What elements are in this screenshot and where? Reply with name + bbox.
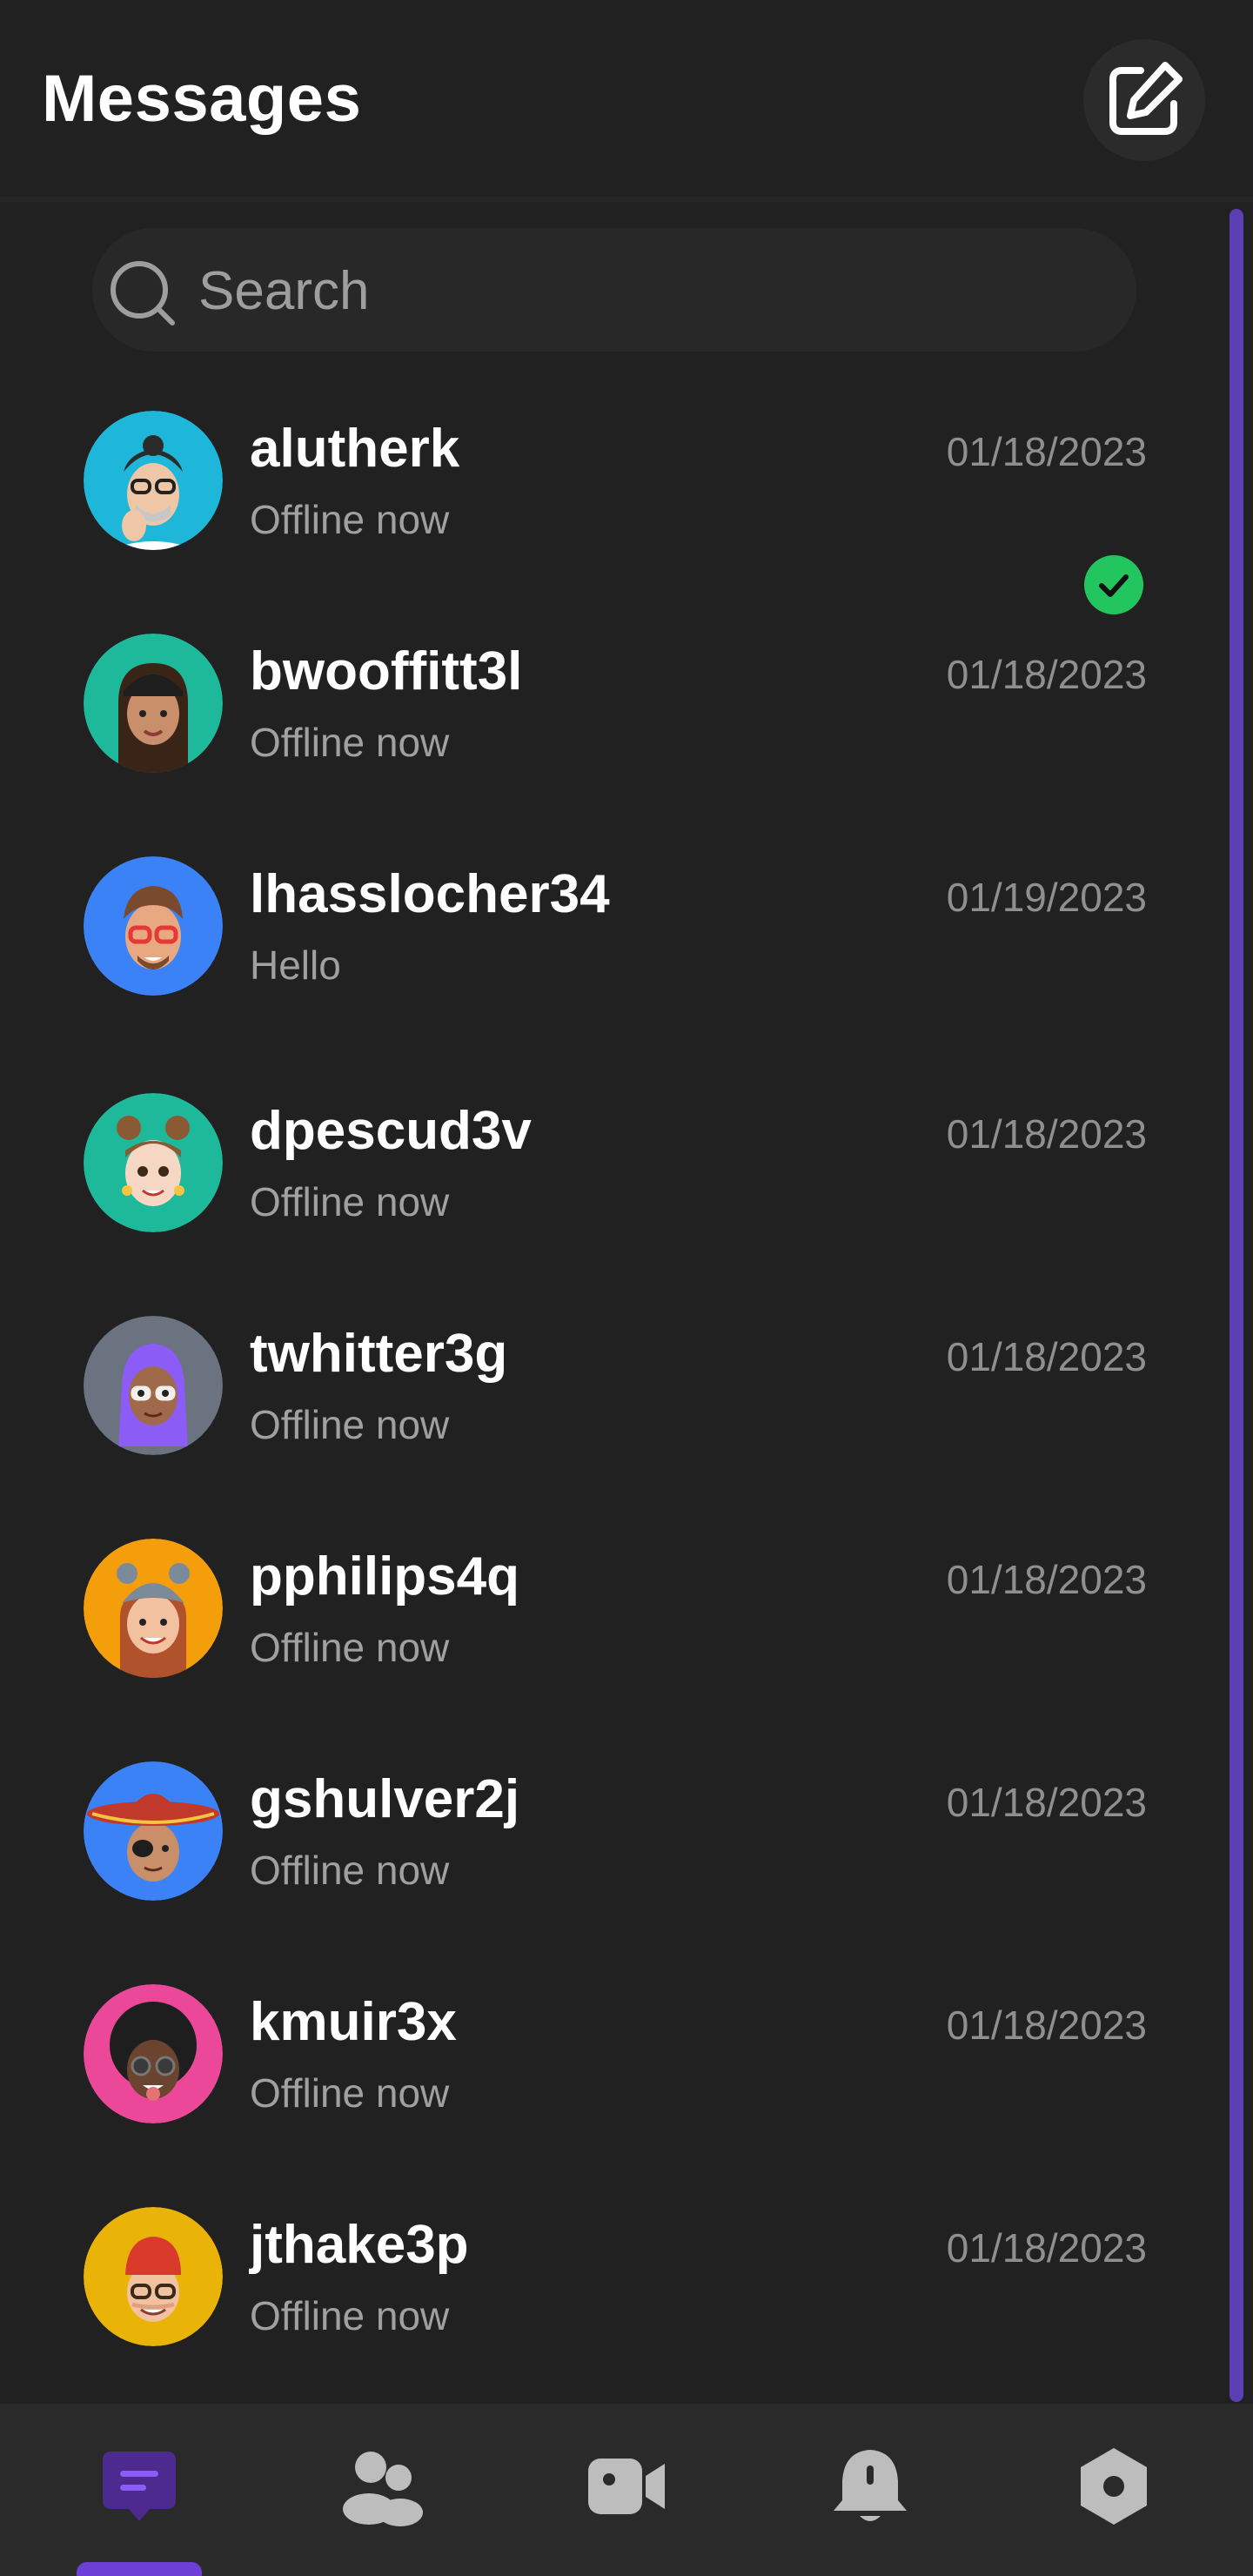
compose-icon (1109, 62, 1183, 135)
conversation-date: 01/18/2023 (946, 1111, 1147, 1157)
avatar (84, 411, 223, 550)
conversation-row[interactable]: pphilips4q Offline now 01/18/2023 (0, 1519, 1218, 1742)
search-bar[interactable] (92, 228, 1136, 353)
nav-notifications[interactable] (822, 2438, 918, 2534)
conversation-username: pphilips4q (250, 1546, 519, 1607)
conversation-username: lhasslocher34 (250, 864, 610, 924)
avatar (84, 1984, 223, 2123)
compose-button[interactable] (1083, 39, 1205, 161)
read-check-icon (1084, 555, 1143, 614)
conversation-row[interactable]: jthake3p Offline now 01/18/2023 (0, 2188, 1218, 2411)
avatar (84, 856, 223, 996)
notifications-icon (834, 2450, 907, 2521)
conversation-preview: Hello (250, 943, 341, 988)
conversation-preview: Offline now (250, 1625, 450, 1670)
conversation-username: kmuir3x (250, 1992, 457, 2052)
active-tab-indicator (77, 2562, 202, 2576)
conversation-date: 01/18/2023 (946, 2225, 1147, 2271)
conversation-date: 01/19/2023 (946, 875, 1147, 920)
conversation-row[interactable]: twhitter3g Offline now 01/18/2023 (0, 1297, 1218, 1519)
bottom-navigation (0, 2404, 1253, 2576)
video-call-icon (588, 2459, 665, 2514)
conversation-row[interactable]: kmuir3x Offline now 01/18/2023 (0, 1965, 1218, 2188)
conversation-row[interactable]: alutherk Offline now 01/18/2023 (0, 392, 1218, 614)
search-icon (111, 261, 175, 325)
conversation-date: 01/18/2023 (946, 429, 1147, 474)
conversation-date: 01/18/2023 (946, 1780, 1147, 1825)
conversation-date: 01/18/2023 (946, 652, 1147, 697)
conversation-username: gshulver2j (250, 1769, 520, 1829)
avatar (84, 2207, 223, 2346)
avatar (84, 1316, 223, 1455)
conversation-date: 01/18/2023 (946, 2002, 1147, 2048)
conversation-date: 01/18/2023 (946, 1334, 1147, 1379)
conversation-preview: Offline now (250, 1402, 450, 1447)
nav-settings[interactable] (1066, 2438, 1162, 2534)
conversation-preview: Offline now (250, 1179, 450, 1224)
conversation-preview: Offline now (250, 720, 450, 765)
chat-icon (103, 2452, 176, 2521)
page-title: Messages (42, 62, 362, 136)
conversation-row[interactable]: lhasslocher34 Hello 01/19/2023 (0, 837, 1218, 1060)
conversation-row[interactable]: gshulver2j Offline now 01/18/2023 (0, 1742, 1218, 1965)
avatar (84, 1093, 223, 1232)
nav-video-calls[interactable] (579, 2438, 674, 2534)
nav-chats[interactable] (91, 2438, 187, 2534)
avatar (84, 634, 223, 773)
conversation-username: jthake3p (250, 2215, 469, 2275)
scrollbar[interactable] (1230, 209, 1243, 2402)
app-header: Messages (0, 0, 1253, 202)
search-input[interactable] (197, 228, 1105, 353)
conversation-preview: Offline now (250, 1848, 450, 1893)
conversation-row[interactable]: bwooffitt3l Offline now 01/18/2023 (0, 614, 1218, 837)
nav-contacts[interactable] (335, 2438, 431, 2534)
settings-icon (1081, 2448, 1147, 2525)
conversation-row[interactable]: dpescud3v Offline now 01/18/2023 (0, 1074, 1218, 1297)
avatar (84, 1761, 223, 1901)
conversation-date: 01/18/2023 (946, 1557, 1147, 1602)
conversation-username: dpescud3v (250, 1101, 532, 1161)
conversation-preview: Offline now (250, 2293, 450, 2338)
conversation-username: bwooffitt3l (250, 641, 523, 701)
conversation-username: alutherk (250, 419, 460, 479)
conversation-username: twhitter3g (250, 1324, 508, 1384)
contacts-icon (343, 2452, 423, 2526)
conversation-preview: Offline now (250, 497, 450, 542)
avatar (84, 1539, 223, 1678)
conversation-preview: Offline now (250, 2070, 450, 2116)
